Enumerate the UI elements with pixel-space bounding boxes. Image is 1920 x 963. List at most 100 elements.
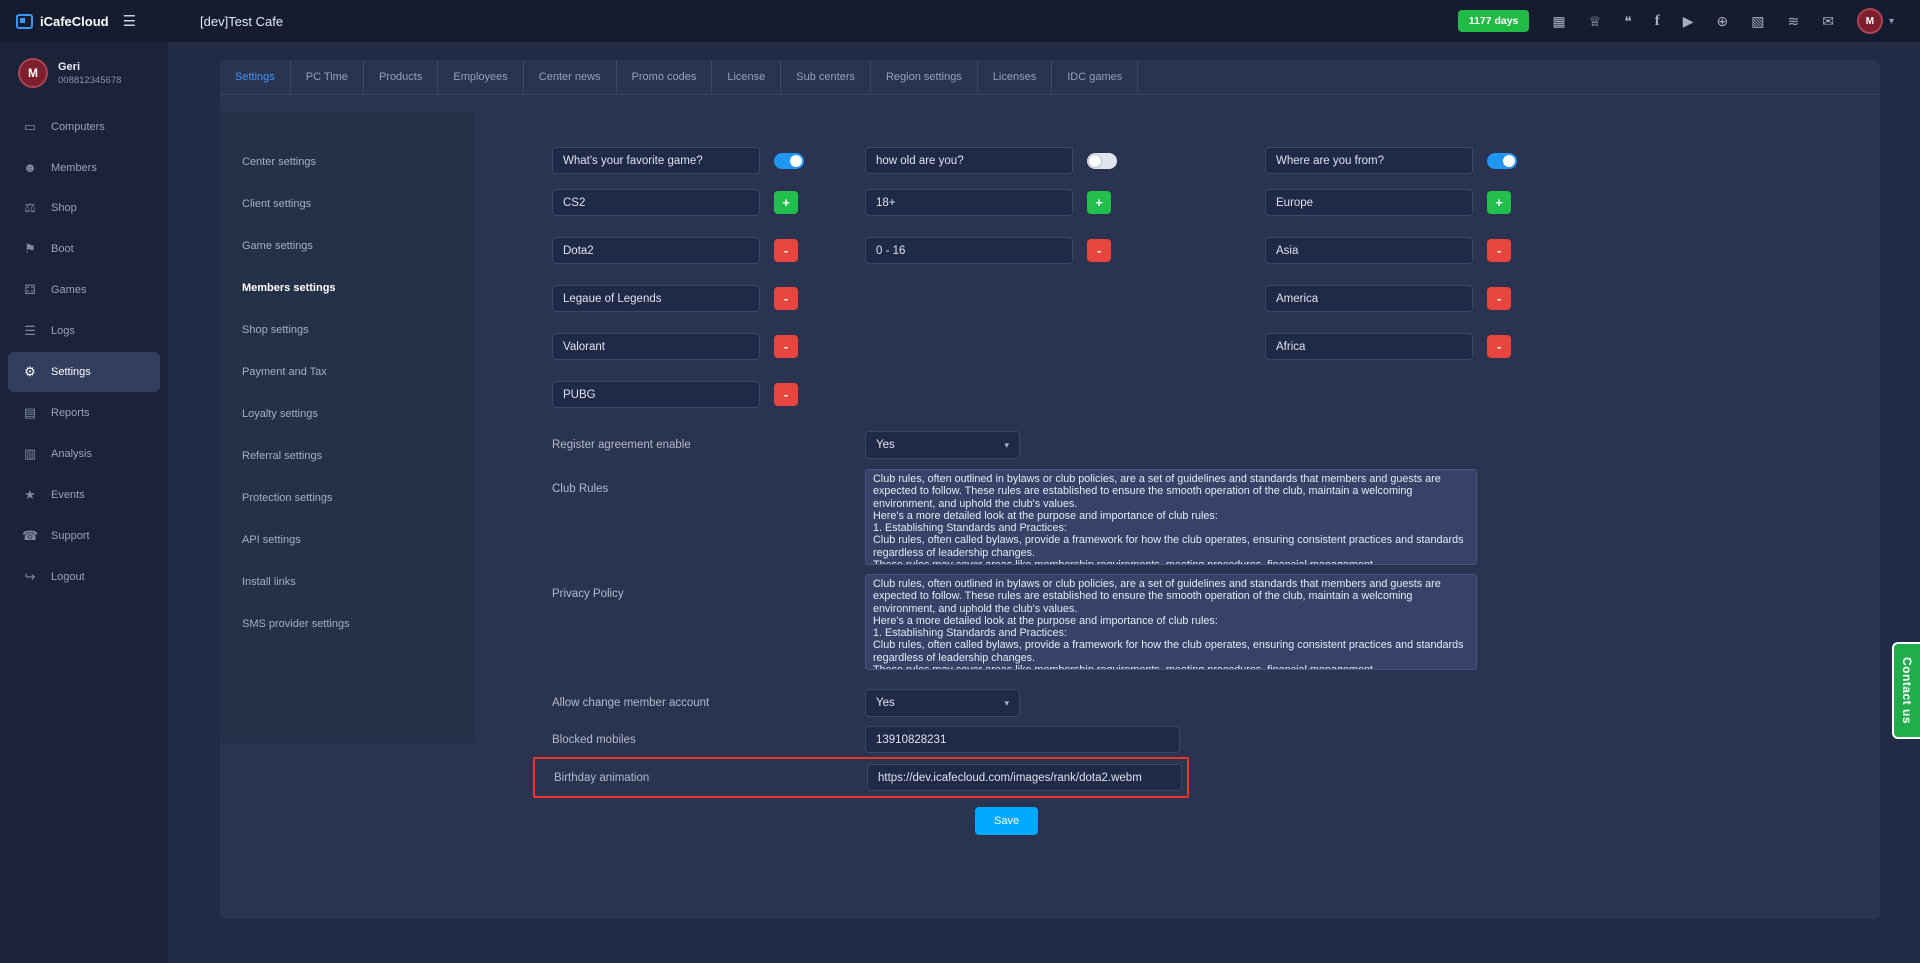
- facebook-icon[interactable]: f: [1655, 13, 1660, 30]
- submenu-item-protection-settings[interactable]: Protection settings: [220, 477, 475, 519]
- region-question-input[interactable]: [1265, 147, 1473, 174]
- privacy-policy-textarea[interactable]: Club rules, often outlined in bylaws or …: [865, 574, 1477, 670]
- contact-us-button[interactable]: Contact us: [1892, 642, 1920, 739]
- register-agreement-select[interactable]: Yes ▾: [865, 431, 1020, 459]
- option-input[interactable]: [1265, 285, 1473, 312]
- sidebar-item-shop[interactable]: ⚖ Shop: [8, 188, 160, 228]
- question-columns: + - -: [552, 147, 1856, 429]
- option-input[interactable]: [552, 333, 760, 360]
- tab-licenses[interactable]: Licenses: [978, 60, 1052, 94]
- sidebar-item-label: Events: [51, 489, 85, 501]
- add-option-button[interactable]: +: [1087, 191, 1111, 214]
- region-question-column: + - -: [1265, 147, 1578, 429]
- tab-sub-centers[interactable]: Sub centers: [781, 60, 871, 94]
- submenu-item-install-links[interactable]: Install links: [220, 561, 475, 603]
- sidebar-item-logout[interactable]: ↪Logout: [8, 557, 160, 597]
- remove-option-button[interactable]: -: [1087, 239, 1111, 262]
- sidebar-item-settings[interactable]: ⚙Settings: [8, 352, 160, 392]
- tab-idc-games[interactable]: IDC games: [1052, 60, 1138, 94]
- sidebar-item-computers[interactable]: ▭Computers: [8, 107, 160, 147]
- translate-icon[interactable]: ▧: [1751, 13, 1764, 30]
- user-menu[interactable]: M ▾: [1857, 8, 1894, 34]
- globe-icon[interactable]: ⊕: [1717, 13, 1729, 30]
- field-label: Blocked mobiles: [552, 734, 865, 746]
- option-input[interactable]: [865, 189, 1073, 216]
- select-value: Yes: [876, 697, 895, 709]
- submenu-item-api-settings[interactable]: API settings: [220, 519, 475, 561]
- remove-option-button[interactable]: -: [774, 239, 798, 262]
- sidebar-item-reports[interactable]: ▤Reports: [8, 393, 160, 433]
- submenu-item-game-settings[interactable]: Game settings: [220, 225, 475, 267]
- option-input[interactable]: [552, 285, 760, 312]
- age-question-toggle[interactable]: [1087, 153, 1117, 169]
- club-rules-textarea[interactable]: Club rules, often outlined in bylaws or …: [865, 469, 1477, 565]
- remove-option-button[interactable]: -: [774, 383, 798, 406]
- add-option-button[interactable]: +: [1487, 191, 1511, 214]
- sidebar-item-boot[interactable]: ⚑Boot: [8, 229, 160, 269]
- tab-region-settings[interactable]: Region settings: [871, 60, 978, 94]
- sidebar-item-members[interactable]: ☻Members: [8, 148, 160, 187]
- user-avatar: M: [1857, 8, 1883, 34]
- submenu-item-referral-settings[interactable]: Referral settings: [220, 435, 475, 477]
- sidebar-item-support[interactable]: ☎Support: [8, 516, 160, 556]
- submenu-item-client-settings[interactable]: Client settings: [220, 183, 475, 225]
- sidebar-item-label: Shop: [51, 202, 77, 214]
- tab-settings[interactable]: Settings: [220, 60, 291, 94]
- age-question-input[interactable]: [865, 147, 1073, 174]
- stats-icon[interactable]: ▦: [1552, 13, 1565, 30]
- region-question-toggle[interactable]: [1487, 153, 1517, 169]
- tab-employees[interactable]: Employees: [438, 60, 523, 94]
- favorite-game-toggle[interactable]: [774, 153, 804, 169]
- tab-pc-time[interactable]: PC Time: [291, 60, 364, 94]
- sidebar-menu: ▭Computers ☻Members ⚖ Shop ⚑Boot ⚃Games ☰…: [0, 100, 168, 604]
- sidebar-item-logs[interactable]: ☰Logs: [8, 311, 160, 351]
- add-option-button[interactable]: +: [774, 191, 798, 214]
- blocked-mobiles-input[interactable]: [865, 726, 1180, 753]
- remove-option-button[interactable]: -: [774, 287, 798, 310]
- user-name: Geri: [58, 61, 121, 73]
- remove-option-button[interactable]: -: [1487, 287, 1511, 310]
- sidebar-item-label: Computers: [51, 121, 105, 133]
- option-input[interactable]: [552, 237, 760, 264]
- sidebar-item-games[interactable]: ⚃Games: [8, 270, 160, 310]
- sidebar: iCafeCloud ☰ M Geri 008812345678 ▭Comput…: [0, 0, 168, 963]
- remove-option-button[interactable]: -: [774, 335, 798, 358]
- submenu-item-sms-provider-settings[interactable]: SMS provider settings: [220, 603, 475, 645]
- trophy-icon[interactable]: ♕: [1589, 13, 1602, 30]
- days-badge[interactable]: 1177 days: [1458, 10, 1530, 32]
- sidebar-item-analysis[interactable]: ▥Analysis: [8, 434, 160, 474]
- option-input[interactable]: [865, 237, 1073, 264]
- submenu-item-loyalty-settings[interactable]: Loyalty settings: [220, 393, 475, 435]
- submenu-item-center-settings[interactable]: Center settings: [220, 141, 475, 183]
- members-settings-form: + - -: [552, 111, 1856, 895]
- tab-promo-codes[interactable]: Promo codes: [617, 60, 713, 94]
- option-input[interactable]: [552, 381, 760, 408]
- birthday-animation-input[interactable]: [867, 764, 1182, 791]
- birthday-animation-row: Birthday animation: [554, 764, 1182, 791]
- sidebar-item-label: Logout: [51, 571, 85, 583]
- favorite-game-question-input[interactable]: [552, 147, 760, 174]
- option-input[interactable]: [1265, 189, 1473, 216]
- save-button[interactable]: Save: [975, 807, 1038, 835]
- menu-icon[interactable]: ☰: [123, 12, 136, 30]
- layers-icon[interactable]: ≋: [1788, 13, 1800, 30]
- option-input[interactable]: [1265, 237, 1473, 264]
- submenu-item-payment-and-tax[interactable]: Payment and Tax: [220, 351, 475, 393]
- option-input[interactable]: [552, 189, 760, 216]
- submenu-item-shop-settings[interactable]: Shop settings: [220, 309, 475, 351]
- star-icon: ★: [22, 487, 38, 503]
- mail-icon[interactable]: ✉: [1822, 13, 1834, 30]
- tab-license[interactable]: License: [712, 60, 781, 94]
- submenu-item-members-settings[interactable]: Members settings: [220, 267, 475, 309]
- tab-products[interactable]: Products: [364, 60, 438, 94]
- tab-center-news[interactable]: Center news: [524, 60, 617, 94]
- youtube-icon[interactable]: ▶: [1683, 13, 1694, 30]
- option-input[interactable]: [1265, 333, 1473, 360]
- user-id: 008812345678: [58, 75, 121, 86]
- remove-option-button[interactable]: -: [1487, 335, 1511, 358]
- cart-icon: ⚖: [22, 200, 38, 216]
- discord-icon[interactable]: ❝: [1624, 13, 1632, 30]
- sidebar-item-events[interactable]: ★ Events: [8, 475, 160, 515]
- allow-change-select[interactable]: Yes ▾: [865, 689, 1020, 717]
- remove-option-button[interactable]: -: [1487, 239, 1511, 262]
